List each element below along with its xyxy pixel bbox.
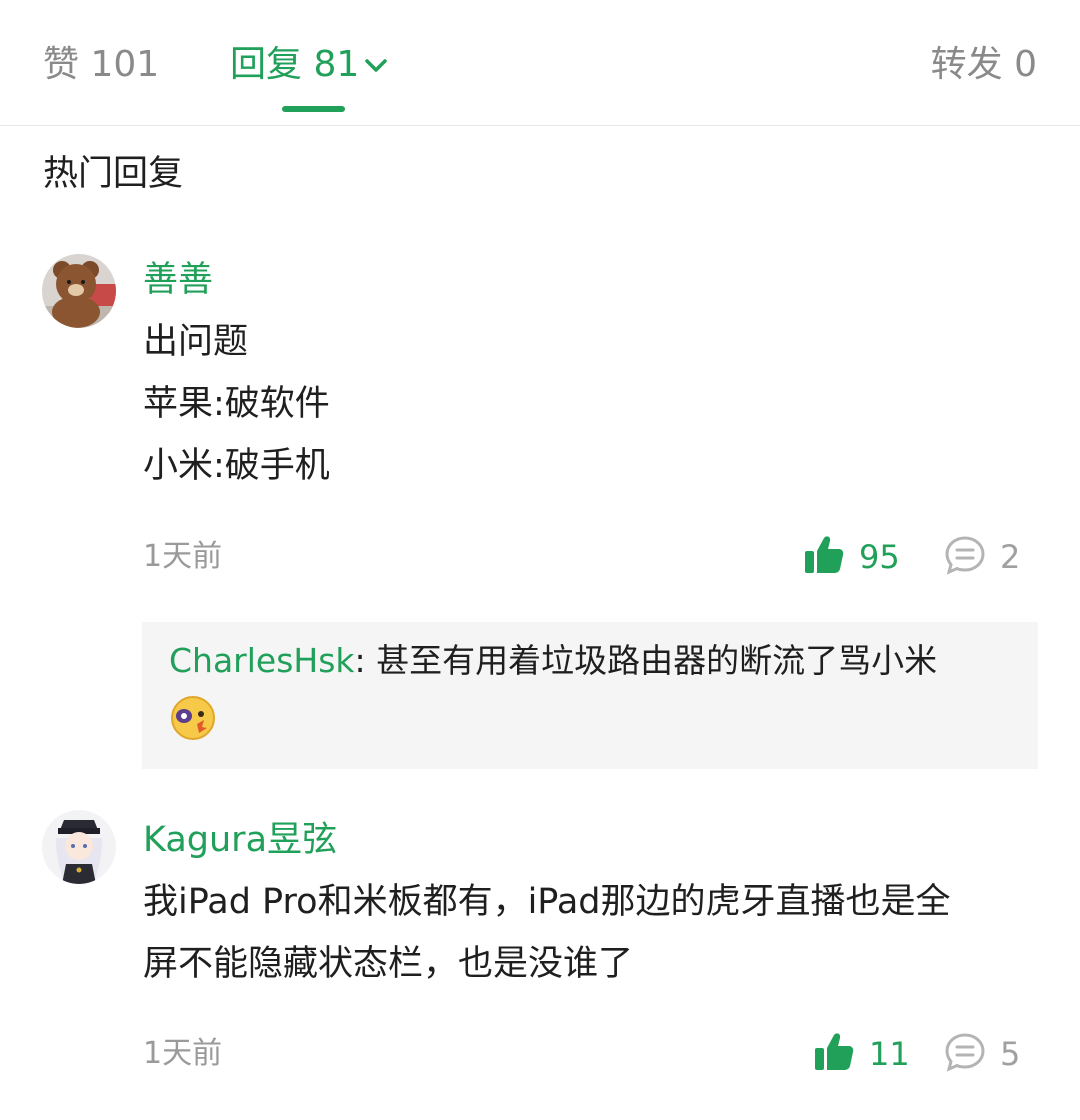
like-button[interactable]: 11 bbox=[813, 1032, 910, 1076]
thumbs-up-icon bbox=[813, 1032, 855, 1076]
sub-reply[interactable]: CharlesHsk: 甚至有用着垃圾路由器的断流了骂小米 bbox=[142, 622, 1038, 769]
reply-count: 2 bbox=[1000, 538, 1021, 576]
comment-time: 1天前 bbox=[143, 539, 223, 574]
comment-icon bbox=[944, 535, 986, 579]
comment-text-line: 苹果:破软件 bbox=[143, 384, 330, 424]
chevron-down-icon[interactable] bbox=[365, 37, 388, 87]
reply-button[interactable]: 2 bbox=[944, 535, 1020, 579]
section-title: 热门回复 bbox=[43, 154, 184, 194]
tab-forwards-label: 转发 0 bbox=[930, 44, 1037, 85]
tab-likes-label: 赞 101 bbox=[43, 44, 160, 85]
reply-tab-bar: 赞 101 回复 81 转发 0 bbox=[0, 0, 1080, 126]
comment-text-line: 小米:破手机 bbox=[143, 446, 330, 486]
comment-time: 1天前 bbox=[143, 1036, 223, 1071]
tab-replies[interactable]: 回复 81 bbox=[230, 37, 388, 90]
sub-reply-line: CharlesHsk: 甚至有用着垃圾路由器的断流了骂小米 bbox=[169, 638, 937, 684]
tab-forwards[interactable]: 转发 0 bbox=[931, 40, 1037, 90]
comment-username[interactable]: 善善 bbox=[143, 256, 213, 304]
sub-reply-username[interactable]: CharlesHsk bbox=[169, 641, 355, 680]
tab-replies-label: 回复 81 bbox=[230, 44, 360, 85]
avatar[interactable] bbox=[42, 254, 116, 328]
comment-text-line: 出问题 bbox=[143, 322, 249, 362]
like-button[interactable]: 95 bbox=[803, 535, 900, 579]
like-count: 95 bbox=[859, 538, 900, 576]
comment-text-line: 我iPad Pro和米板都有，iPad那边的虎牙直播也是全 bbox=[143, 882, 951, 922]
like-count: 11 bbox=[869, 1035, 910, 1073]
reply-button[interactable]: 5 bbox=[944, 1032, 1020, 1076]
avatar[interactable] bbox=[42, 810, 116, 884]
thumbs-up-icon bbox=[803, 535, 845, 579]
emoji-icon bbox=[169, 694, 217, 742]
comment-username[interactable]: Kagura昱弦 bbox=[143, 816, 337, 864]
sub-reply-text: : 甚至有用着垃圾路由器的断流了骂小米 bbox=[354, 641, 938, 680]
active-tab-indicator bbox=[282, 106, 345, 112]
comment-text-line: 屏不能隐藏状态栏，也是没谁了 bbox=[143, 944, 634, 984]
comment-icon bbox=[944, 1032, 986, 1076]
tab-likes[interactable]: 赞 101 bbox=[43, 40, 159, 90]
reply-count: 5 bbox=[1000, 1035, 1021, 1073]
